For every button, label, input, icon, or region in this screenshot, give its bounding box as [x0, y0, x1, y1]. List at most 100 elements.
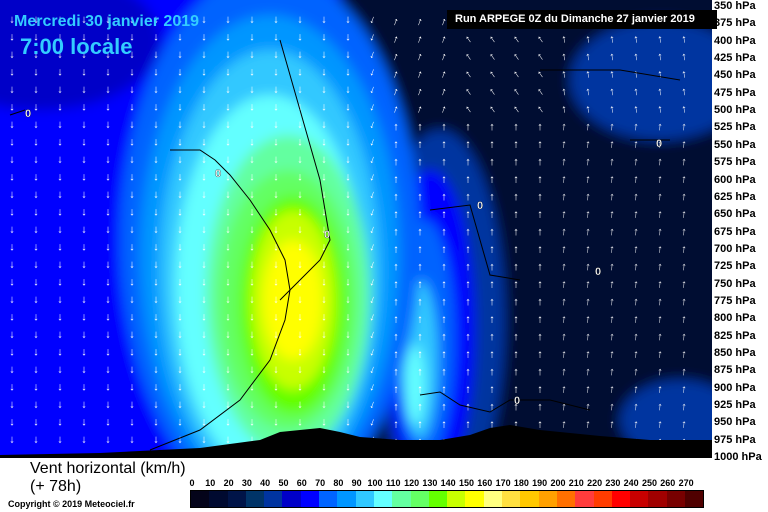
wind-arrow: ↑ [681, 173, 688, 185]
wind-arrow: ↑ [57, 329, 63, 341]
wind-arrow: ↑ [33, 242, 39, 254]
wind-arrow: ↑ [513, 121, 519, 133]
wind-arrow: ↑ [489, 139, 495, 151]
wind-arrow: ↑ [201, 154, 207, 166]
colorbar-label: 260 [660, 478, 676, 488]
wind-arrow: ↑ [537, 191, 543, 203]
wind-arrow: ↑ [9, 364, 15, 376]
wind-arrow: ↑ [657, 278, 664, 290]
wind-arrow: ↑ [249, 224, 255, 236]
wind-arrow: ↑ [177, 364, 183, 376]
wind-arrow: ↑ [57, 277, 63, 289]
wind-arrow: ↑ [153, 189, 159, 201]
wind-arrow: ↑ [57, 382, 63, 394]
wind-arrow: ↑ [57, 312, 63, 324]
wind-arrow: ↑ [33, 137, 39, 149]
wind-arrow: ↑ [345, 259, 351, 271]
wind-arrow: ↑ [129, 329, 135, 341]
wind-arrow: ↑ [537, 244, 543, 256]
wind-arrow: ↑ [489, 121, 495, 133]
wind-arrow: ↑ [489, 261, 495, 273]
wind-arrow: ↑ [513, 331, 519, 343]
wind-arrow: ↑ [417, 156, 423, 168]
wind-arrow: ↑ [81, 137, 87, 149]
wind-arrow: ↑ [609, 418, 616, 430]
wind-arrow: ↑ [321, 172, 327, 184]
wind-arrow: ↑ [513, 156, 519, 168]
wind-arrow: ↑ [561, 226, 568, 238]
colorbar-label: 50 [278, 478, 289, 488]
wind-arrow: ↑ [249, 312, 255, 324]
wind-arrow: ↑ [105, 189, 111, 201]
contour-label: 0 [25, 108, 31, 120]
wind-arrow: ↑ [489, 349, 495, 361]
wind-arrow: ↑ [513, 314, 519, 326]
wind-arrow: ↑ [465, 156, 471, 168]
wind-arrow: ↑ [33, 294, 39, 306]
wind-arrow: ↑ [129, 207, 135, 219]
wind-arrow: ↑ [249, 364, 255, 376]
colorbar-swatch [410, 491, 429, 507]
wind-arrow: ↑ [417, 349, 423, 361]
wind-arrow: ↑ [273, 14, 279, 26]
pressure-tick-label: 850 hPa [714, 347, 756, 359]
wind-arrow: ↑ [9, 67, 15, 79]
wind-arrow: ↑ [57, 154, 63, 166]
wind-arrow: ↑ [177, 312, 183, 324]
colorbar-label: 250 [641, 478, 658, 488]
wind-arrow: ↑ [417, 191, 423, 203]
pressure-tick-label: 650 hPa [714, 208, 756, 221]
colorbar-label: 90 [351, 478, 362, 488]
wind-arrow: ↑ [225, 329, 231, 341]
wind-arrow: ↑ [537, 419, 543, 431]
wind-arrow: ↑ [417, 314, 423, 326]
wind-arrow: ↑ [297, 207, 303, 219]
colorbar-label: 140 [440, 478, 456, 488]
colorbar [190, 490, 705, 508]
wind-arrow: ↑ [81, 119, 87, 131]
wind-arrow: ↑ [681, 261, 688, 273]
wind-arrow: ↑ [489, 384, 495, 396]
wind-arrow: ↑ [585, 226, 592, 238]
wind-arrow: ↑ [609, 383, 616, 395]
colorbar-label: 230 [605, 478, 621, 488]
wind-arrow: ↑ [321, 259, 327, 271]
wind-arrow: ↑ [561, 313, 568, 325]
wind-arrow: ↑ [417, 121, 423, 133]
wind-arrow: ↑ [9, 329, 15, 341]
wind-arrow: ↑ [57, 434, 63, 446]
wind-arrow: ↑ [273, 84, 279, 96]
wind-arrow: ↑ [105, 294, 111, 306]
wind-arrow: ↑ [33, 329, 39, 341]
wind-arrow: ↑ [657, 208, 664, 220]
wind-arrow: ↑ [657, 261, 664, 273]
wind-arrow: ↑ [609, 243, 616, 255]
wind-arrow: ↑ [537, 296, 543, 308]
wind-arrow: ↑ [537, 139, 543, 151]
wind-arrow: ↑ [9, 154, 15, 166]
pressure-tick-label: 950 hPa [714, 416, 756, 429]
contour-label: 0 [595, 266, 601, 278]
wind-arrow: ↑ [657, 313, 664, 325]
wind-arrow: ↑ [585, 383, 592, 395]
wind-arrow: ↑ [249, 417, 255, 429]
wind-arrow: ↑ [681, 121, 688, 133]
colorbar-label: 190 [532, 478, 548, 488]
wind-arrow: ↑ [273, 242, 279, 254]
wind-arrow: ↑ [585, 243, 592, 255]
wind-arrow: ↑ [585, 313, 592, 325]
wind-arrow: ↑ [609, 121, 616, 133]
wind-arrow: ↑ [321, 154, 327, 166]
colorbar-label: 80 [333, 478, 344, 488]
wind-arrow: ↑ [153, 224, 159, 236]
wind-arrow: ↑ [225, 207, 231, 219]
colorbar-swatch [575, 491, 594, 507]
wind-arrow: ↑ [249, 172, 255, 184]
pressure-tick-label: 1000 hPa [714, 451, 762, 464]
wind-arrow: ↑ [537, 401, 543, 413]
wind-arrow: ↑ [345, 417, 351, 429]
wind-arrow: ↑ [105, 102, 111, 114]
wind-arrow: ↑ [129, 84, 135, 96]
wind-arrow: ↑ [297, 32, 303, 44]
contour-label: 0 [215, 168, 221, 180]
